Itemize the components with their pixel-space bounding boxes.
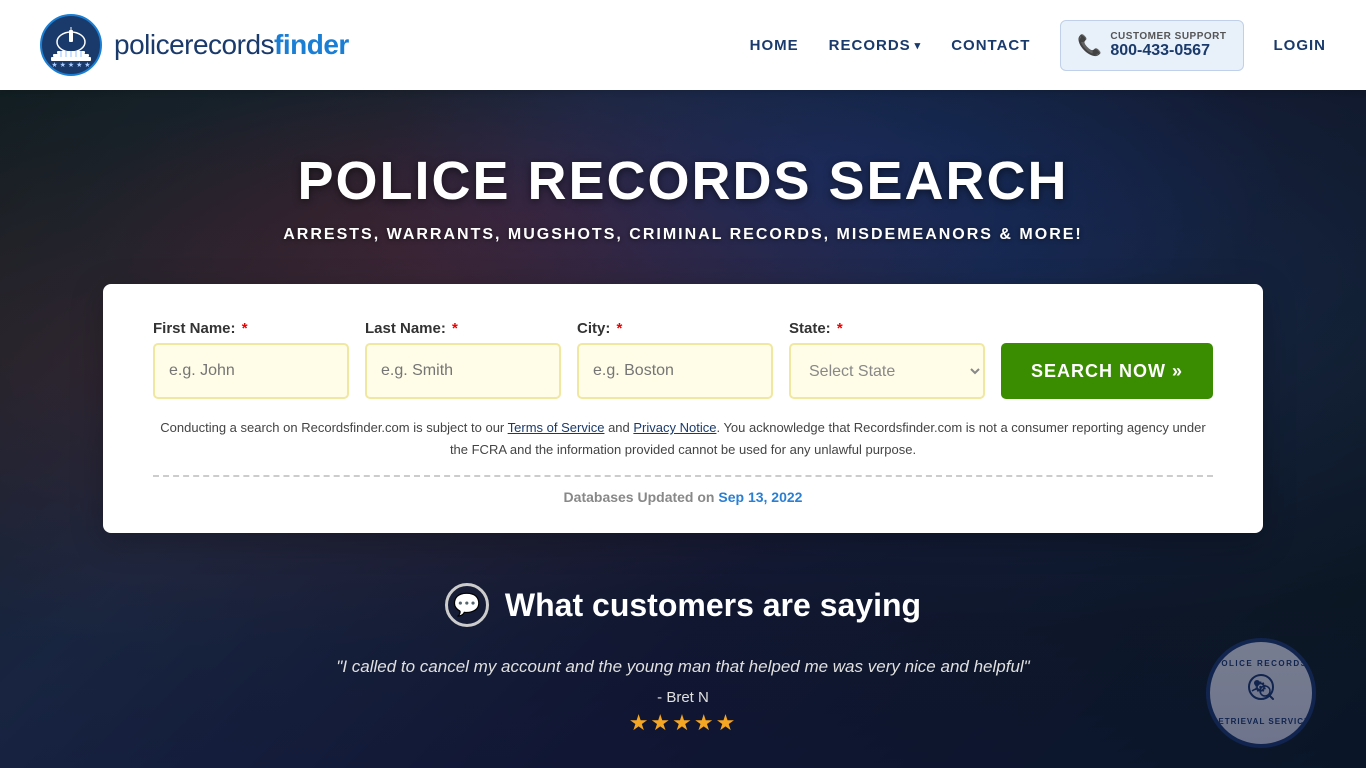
search-card: First Name: * Last Name: * City: * <box>103 284 1263 533</box>
testimonial-quote: "I called to cancel my account and the y… <box>336 657 1029 677</box>
first-name-field-group: First Name: * <box>153 320 349 399</box>
privacy-link[interactable]: Privacy Notice <box>633 420 716 435</box>
disclaimer-text: Conducting a search on Recordsfinder.com… <box>153 417 1213 461</box>
state-select[interactable]: Select StateAlabamaAlaskaArizonaArkansas… <box>789 343 985 399</box>
svg-text:★ ★ ★ ★ ★: ★ ★ ★ ★ ★ <box>51 61 90 69</box>
first-name-label: First Name: * <box>153 320 349 337</box>
city-input[interactable] <box>577 343 773 399</box>
db-update-text: Databases Updated on Sep 13, 2022 <box>153 489 1213 505</box>
hero-subtitle: ARRESTS, WARRANTS, MUGSHOTS, CRIMINAL RE… <box>283 226 1083 244</box>
form-divider <box>153 475 1213 477</box>
hero-section: POLICE RECORDS SEARCH ARRESTS, WARRANTS,… <box>0 90 1366 768</box>
state-field-group: State: * Select StateAlabamaAlaskaArizon… <box>789 320 985 399</box>
testimonial-title: What customers are saying <box>505 587 921 624</box>
logo-text: policerecordsfinder <box>114 29 349 61</box>
chat-icon: 💬 <box>445 583 489 627</box>
search-button[interactable]: SEARCH NOW » <box>1001 343 1213 399</box>
testimonial-stars: ★★★★★ <box>629 710 738 736</box>
customer-support-button[interactable]: 📞 CUSTOMER SUPPORT 800-433-0567 <box>1060 20 1243 71</box>
support-label: CUSTOMER SUPPORT <box>1110 31 1226 42</box>
last-name-field-group: Last Name: * <box>365 320 561 399</box>
terms-link[interactable]: Terms of Service <box>508 420 605 435</box>
last-name-input[interactable] <box>365 343 561 399</box>
support-number: 800-433-0567 <box>1110 42 1210 60</box>
testimonial-author: - Bret N <box>657 689 709 706</box>
hero-title: POLICE RECORDS SEARCH <box>297 150 1068 212</box>
testimonial-section: 💬 What customers are saying "I called to… <box>0 533 1366 768</box>
chevron-down-icon: ▾ <box>915 39 922 52</box>
nav-home[interactable]: HOME <box>750 37 799 54</box>
first-name-input[interactable] <box>153 343 349 399</box>
search-fields: First Name: * Last Name: * City: * <box>153 320 1213 399</box>
hero-content: POLICE RECORDS SEARCH ARRESTS, WARRANTS,… <box>0 150 1366 533</box>
nav-contact[interactable]: CONTACT <box>951 37 1030 54</box>
state-label: State: * <box>789 320 985 337</box>
logo-icon: ★ ★ ★ ★ ★ <box>40 14 102 76</box>
nav-records[interactable]: RECORDS ▾ <box>829 37 922 54</box>
last-name-label: Last Name: * <box>365 320 561 337</box>
header: ★ ★ ★ ★ ★ policerecordsfinder HOME RECOR… <box>0 0 1366 90</box>
main-nav: HOME RECORDS ▾ CONTACT 📞 CUSTOMER SUPPOR… <box>750 20 1326 71</box>
phone-icon: 📞 <box>1077 33 1102 58</box>
city-field-group: City: * <box>577 320 773 399</box>
city-label: City: * <box>577 320 773 337</box>
logo[interactable]: ★ ★ ★ ★ ★ policerecordsfinder <box>40 14 349 76</box>
testimonial-header: 💬 What customers are saying <box>445 583 921 627</box>
login-button[interactable]: LOGIN <box>1274 37 1327 54</box>
